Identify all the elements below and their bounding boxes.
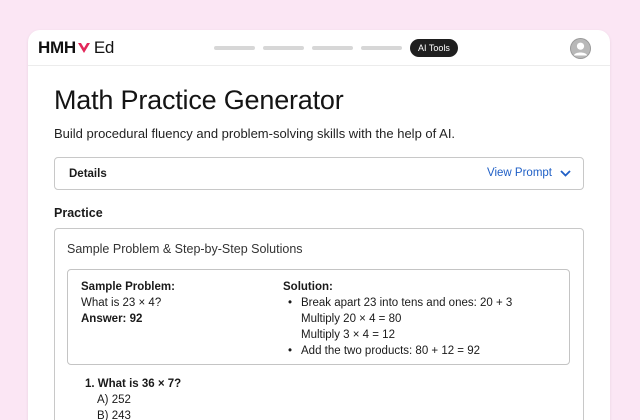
top-bar: HMH Ed AI Tools [28,30,610,66]
page-subtitle: Build procedural fluency and problem-sol… [54,126,456,141]
question-item: 1. What is 36 × 7? A) 252 B) 243 [85,376,181,420]
page-title: Math Practice Generator [54,85,344,115]
person-icon [570,38,591,59]
details-panel[interactable]: Details View Prompt [54,157,584,190]
user-avatar-icon[interactable] [570,38,591,59]
logo-text: HMH [38,38,76,57]
practice-panel: Sample Problem & Step-by-Step Solutions … [54,228,584,420]
solution-step: Break apart 23 into tens and ones: 20 + … [283,295,512,311]
answer-option[interactable]: A) 252 [97,392,181,408]
hmh-ed-logo[interactable]: HMH Ed [38,38,114,58]
solution-column: Solution: Break apart 23 into tens and o… [283,279,512,359]
nav-item-3[interactable] [312,46,353,50]
question-text: 1. What is 36 × 7? [85,378,182,390]
heart-chevron-icon [77,43,90,53]
nav-item-1[interactable] [214,46,255,50]
sample-answer: Answer: 92 [81,313,143,325]
main-content: Math Practice Generator Build procedural… [54,85,584,420]
solution-label: Solution: [283,281,333,293]
ai-tools-button[interactable]: AI Tools [410,39,458,57]
nav-item-4[interactable] [361,46,402,50]
sample-problem-label: Sample Problem: [81,281,175,293]
solution-steps: Break apart 23 into tens and ones: 20 + … [283,295,512,359]
view-prompt-label: View Prompt [487,167,552,179]
app-window: HMH Ed AI Tools Math Practice Generator … [28,30,610,420]
logo-suffix: Ed [93,38,115,57]
solution-step: Add the two products: 80 + 12 = 92 [283,343,512,359]
practice-heading: Sample Problem & Step-by-Step Solutions [67,242,303,256]
sample-problem-card: Sample Problem: What is 23 × 4? Answer: … [67,269,570,365]
view-prompt-button[interactable]: View Prompt [487,167,571,179]
details-label: Details [69,168,107,180]
nav-item-2[interactable] [263,46,304,50]
solution-step: Multiply 20 × 4 = 80 [301,313,402,325]
answer-options: A) 252 B) 243 [85,392,181,420]
nav-placeholders [214,46,402,50]
sample-problem-text: What is 23 × 4? [81,297,162,309]
practice-section-title: Practice [54,206,103,220]
answer-option[interactable]: B) 243 [97,408,181,420]
chevron-down-icon [560,169,571,177]
solution-step: Multiply 3 × 4 = 12 [301,329,395,341]
sample-problem-column: Sample Problem: What is 23 × 4? Answer: … [81,279,175,327]
